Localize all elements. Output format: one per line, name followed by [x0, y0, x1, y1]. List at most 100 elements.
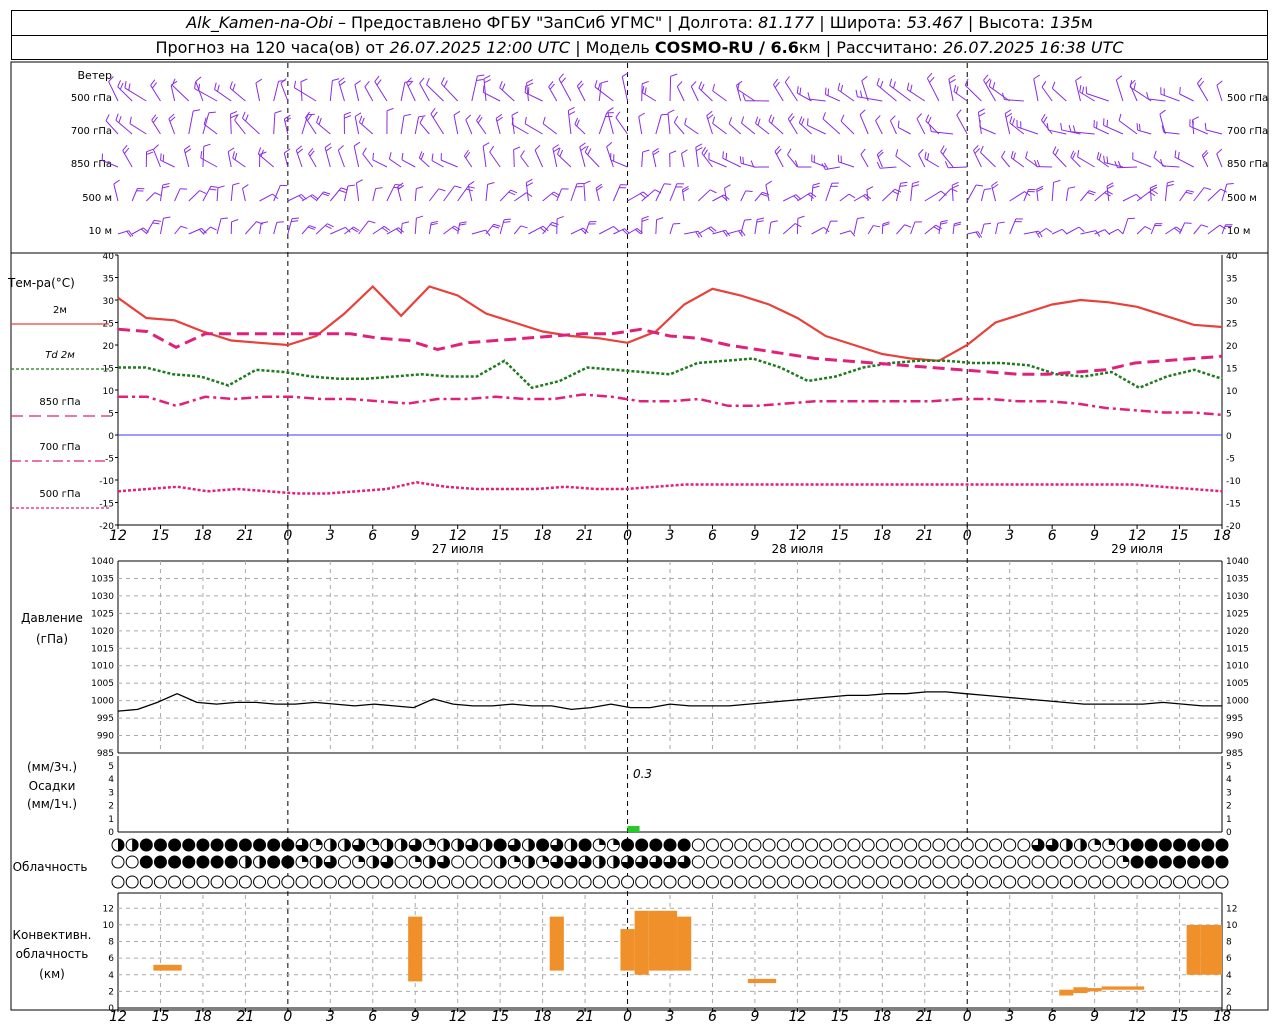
wind-barb-flag [1096, 151, 1100, 159]
press-tick-left: 1000 [91, 697, 114, 707]
wind-barb-flag [985, 78, 991, 85]
temp-legend-label: 850 гПа [39, 397, 80, 408]
wind-barb-staff [607, 111, 614, 135]
press-tick-left: 1010 [91, 662, 114, 672]
wind-barb-flag [325, 146, 333, 152]
wind-barb-flag [978, 112, 986, 117]
wind-barb-staff [1189, 125, 1209, 135]
wind-barb-flag [1177, 151, 1180, 160]
wind-barb-staff [513, 225, 522, 235]
wind-barb-staff [216, 187, 219, 202]
wind-barb-staff [1037, 227, 1047, 235]
wind-barb-flag [927, 116, 932, 124]
wind-barb-flag [875, 115, 881, 121]
wind-barb-staff [259, 223, 262, 235]
wind-barb-flag [909, 84, 913, 92]
wind-barb-staff [430, 113, 444, 135]
wind-barb-staff [202, 146, 205, 168]
precip-tick-right: 0 [1226, 828, 1232, 838]
time-tick-label-top: 21 [236, 528, 254, 544]
wind-barb-staff [889, 120, 897, 135]
wind-barb-staff [364, 86, 374, 102]
cloud-symbol [974, 838, 988, 852]
cloud-axis-title: Облачность [13, 860, 88, 874]
wind-barb-flag [639, 193, 647, 199]
wind-barb-flag [113, 179, 120, 185]
wind-barb-staff [667, 112, 671, 135]
temp-axis-title: Тем-ра(°C) [7, 276, 75, 290]
conv-axis-title-2: облачность [16, 947, 89, 961]
wind-barb-staff [931, 131, 954, 135]
wind-barb-staff [809, 98, 826, 102]
wind-barb-staff [1132, 158, 1152, 168]
cloud-symbol [621, 875, 635, 889]
wind-barb-flag [840, 84, 844, 92]
wind-level-label-right: 850 гПа [1227, 159, 1268, 170]
wind-barb-staff [722, 157, 741, 168]
wind-barb-flag [1078, 226, 1085, 233]
wind-barb-staff [825, 220, 832, 235]
wind-barb-flag [860, 90, 863, 98]
wind-barb-staff [242, 188, 246, 202]
wind-barb-flag [1051, 81, 1056, 89]
wind-barb-staff [443, 185, 456, 202]
wind-barb-flag [728, 117, 733, 124]
press-tick-right: 1015 [1226, 644, 1249, 654]
wind-barb-flag [1010, 150, 1014, 158]
wind-barb-staff [520, 156, 529, 168]
cloud-symbol-fill [372, 855, 379, 868]
wind-barb-staff [124, 87, 147, 102]
cloud-symbol [1017, 855, 1031, 869]
wind-barb-staff [1163, 131, 1180, 135]
wind-barb-staff [897, 127, 911, 135]
cloud-symbol [1116, 875, 1130, 889]
wind-barb-flag [117, 80, 121, 87]
wind-barb-flag [656, 217, 664, 221]
wind-barb-staff [1174, 156, 1194, 168]
wind-barb-flag [217, 84, 220, 92]
cloud-symbol-fill [196, 839, 209, 851]
temp-line-4 [117, 481, 1223, 495]
wind-barb-staff [860, 154, 869, 168]
wind-barb-flag [812, 185, 820, 189]
cloud-symbol [932, 838, 946, 852]
wind-barb-flag [542, 116, 546, 124]
time-tick-label-top: 9 [1090, 528, 1099, 544]
wind-barb-flag [1009, 116, 1013, 124]
wind-barb-flag [948, 74, 956, 80]
wind-barb-staff [1051, 228, 1063, 235]
wind-barb-flag [1075, 76, 1082, 81]
wind-barb-flag [670, 73, 678, 77]
precip-axis-title: Осадки [29, 779, 76, 793]
wind-barb-flag [487, 182, 495, 185]
wind-barb-flag [1088, 190, 1096, 194]
wind-barb-staff [129, 123, 147, 135]
wind-barb-flag [771, 116, 775, 124]
cloud-symbol [592, 875, 606, 889]
wind-barb-flag [942, 148, 947, 155]
wind-barb-staff [171, 84, 190, 102]
wind-barb-staff [354, 116, 360, 135]
wind-barb-flag [669, 150, 677, 154]
cloud-symbol-fill [1159, 839, 1172, 851]
press-tick-right: 990 [1226, 732, 1243, 742]
wind-barb-staff [489, 151, 501, 168]
cloud-symbol [437, 875, 451, 889]
cloud-symbol-fill [621, 839, 634, 851]
wind-barb-flag [325, 225, 332, 230]
cloud-symbol [861, 855, 875, 869]
cloud-symbol [705, 875, 719, 889]
wind-barb-flag [1060, 122, 1063, 131]
cloud-symbol [748, 838, 762, 852]
wind-barb-flag [924, 151, 927, 159]
cloud-symbol [1045, 875, 1059, 889]
cloud-symbol-fill [1216, 856, 1228, 868]
wind-barb-flag [925, 114, 930, 122]
press-tick-right: 1035 [1226, 574, 1249, 584]
temp-tick-right: -15 [1226, 500, 1241, 510]
wind-barb-flag [232, 182, 240, 186]
wind-barb-flag [895, 149, 899, 157]
cloud-symbol-fill [1173, 839, 1186, 851]
time-tick-label-top: 6 [368, 528, 377, 544]
wind-barb-staff [859, 114, 869, 135]
